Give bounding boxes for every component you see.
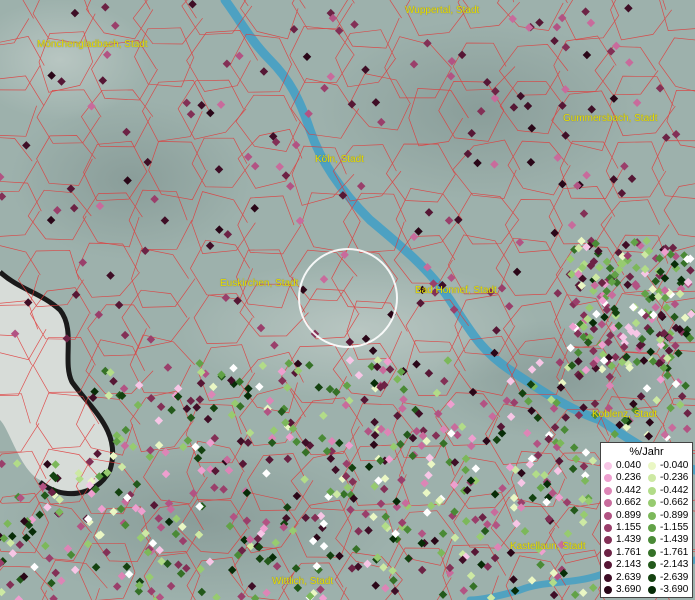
- legend-swatch: [648, 548, 656, 557]
- legend-swatch: [604, 586, 612, 594]
- city-label: Bad Honnef, Stadt: [415, 285, 497, 296]
- legend: %/Jahr 0.040 -0.040 0.236 -0.236 0.442 -0.442…: [600, 442, 693, 598]
- legend-swatch: [604, 536, 612, 545]
- legend-value: 2.143: [616, 559, 642, 571]
- legend-swatch: [648, 499, 656, 508]
- city-label: Gummersbach, Stadt: [563, 113, 658, 124]
- legend-swatch: [648, 511, 656, 520]
- legend-swatch: [604, 524, 612, 532]
- legend-swatch: [604, 474, 612, 483]
- city-label: Euskirchen, Stadt: [220, 278, 299, 289]
- legend-value: -0.040: [660, 460, 689, 471]
- legend-swatch: [648, 573, 656, 582]
- legend-swatch: [648, 524, 656, 532]
- legend-swatch: [604, 561, 612, 570]
- legend-value: 0.442: [616, 484, 642, 496]
- map-canvas[interactable]: [0, 0, 695, 600]
- legend-value: -0.236: [660, 472, 689, 484]
- legend-value: -0.442: [660, 484, 689, 496]
- legend-value: 1.439: [616, 534, 642, 546]
- legend-swatch: [604, 511, 612, 520]
- city-label: Wittlich, Stadt: [272, 576, 334, 587]
- legend-value: -0.899: [660, 509, 689, 521]
- legend-swatch: [604, 573, 612, 582]
- legend-swatch: [648, 486, 656, 495]
- city-label: Mönchengladbach, Stadt: [37, 39, 148, 50]
- legend-swatch: [648, 561, 656, 570]
- legend-value: -3.690: [660, 584, 689, 595]
- legend-swatch: [648, 474, 656, 483]
- legend-title: %/Jahr: [629, 446, 664, 458]
- legend-swatch: [648, 462, 656, 470]
- legend-swatch: [648, 586, 656, 594]
- city-label: Koblenz, Stadt: [592, 409, 658, 420]
- city-label: Wuppertal, Stadt: [405, 5, 480, 16]
- legend-value: -1.439: [660, 534, 689, 546]
- legend-value: 0.040: [616, 460, 642, 471]
- legend-value: 0.236: [616, 472, 642, 484]
- legend-value: 0.899: [616, 509, 642, 521]
- legend-value: -1.761: [660, 546, 689, 558]
- legend-swatch: [604, 499, 612, 508]
- legend-value: -2.143: [660, 559, 689, 571]
- legend-value: -2.639: [660, 571, 689, 583]
- legend-value: -1.155: [660, 522, 689, 533]
- legend-swatch: [604, 548, 612, 557]
- legend-value: -0.662: [660, 497, 689, 509]
- legend-value: 1.761: [616, 546, 642, 558]
- legend-value: 2.639: [616, 571, 642, 583]
- legend-value: 3.690: [616, 584, 642, 595]
- legend-swatch: [604, 486, 612, 495]
- city-label: Kastellaun, Stadt: [510, 541, 586, 552]
- city-label: Köln, Stadt: [315, 154, 364, 165]
- legend-swatch: [604, 462, 612, 470]
- legend-value: 0.662: [616, 497, 642, 509]
- legend-value: 1.155: [616, 522, 642, 533]
- legend-swatch: [648, 536, 656, 545]
